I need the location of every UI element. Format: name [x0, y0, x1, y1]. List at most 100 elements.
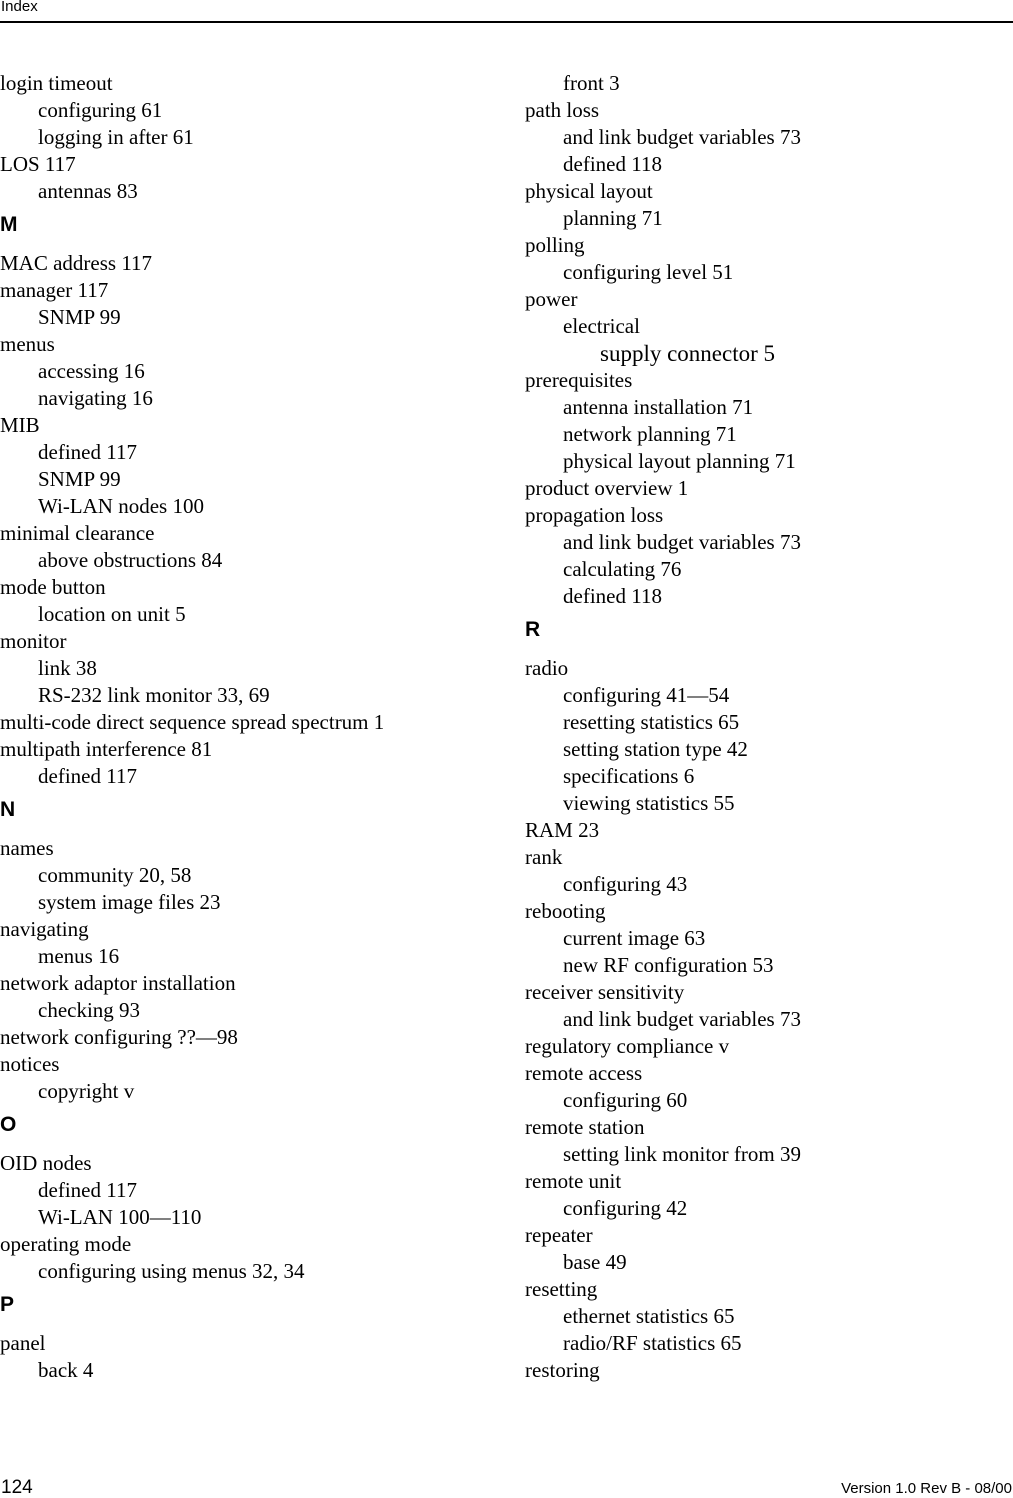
index-entry: multi-code direct sequence spread spectr… [0, 710, 385, 734]
index-subentry: defined 117 [38, 764, 137, 788]
index-entry: network configuring ??—98 [0, 1025, 238, 1049]
index-column-left: login timeout configuring 61 logging in af… [0, 70, 500, 1384]
index-entry: login timeout [0, 71, 113, 95]
index-letter-heading: R [525, 618, 541, 641]
index-entry: prerequisites [525, 368, 633, 392]
index-subentry: configuring 60 [563, 1088, 688, 1112]
index-subentry: front 3 [563, 71, 620, 95]
index-entry: manager 117 [0, 278, 109, 302]
header-title: Index [1, 0, 38, 15]
index-subentry: planning 71 [563, 206, 663, 230]
index-subentry: supply connector 5 [600, 341, 776, 366]
index-entry: remote access [525, 1061, 643, 1085]
index-subentry: defined 117 [38, 1178, 137, 1202]
index-subentry: defined 117 [38, 440, 137, 464]
index-subentry: antennas 83 [38, 179, 138, 203]
running-header: Index [0, 0, 1013, 23]
index-subentry: base 49 [563, 1250, 627, 1274]
index-entry: remote station [525, 1115, 645, 1139]
index-subentry: Wi-LAN nodes 100 [38, 494, 204, 518]
index-subentry: setting station type 42 [563, 737, 748, 761]
index-subentry: menus 16 [38, 944, 120, 968]
index-subentry: SNMP 99 [38, 467, 121, 491]
index-entry: restoring [525, 1358, 600, 1382]
index-entry: regulatory compliance v [525, 1034, 730, 1058]
index-subentry: physical layout planning 71 [563, 449, 796, 473]
index-subentry: and link budget variables 73 [563, 1007, 801, 1031]
index-entry: multipath interference 81 [0, 737, 213, 761]
header-rule [0, 21, 1013, 23]
index-subentry: radio/RF statistics 65 [563, 1331, 742, 1355]
index-entry: monitor [0, 629, 67, 653]
index-subentry: electrical [563, 314, 640, 338]
index-entry: OID nodes [0, 1151, 92, 1175]
index-subentry: and link budget variables 73 [563, 530, 801, 554]
index-entry: propagation loss [525, 503, 664, 527]
index-subentry: specifications 6 [563, 764, 695, 788]
index-entry: radio [525, 656, 569, 680]
index-subentry: system image files 23 [38, 890, 221, 914]
index-entry: RAM 23 [525, 818, 600, 842]
index-entry: mode button [0, 575, 106, 599]
index-subentry: configuring 43 [563, 872, 688, 896]
index-entry: panel [0, 1331, 46, 1355]
page-number: 124 [1, 1477, 33, 1498]
index-subentry: configuring level 51 [563, 260, 734, 284]
index-entry: repeater [525, 1223, 593, 1247]
index-entry: minimal clearance [0, 521, 155, 545]
index-subentry: configuring 61 [38, 98, 163, 122]
index-entry: path loss [525, 98, 600, 122]
index-subentry: above obstructions 84 [38, 548, 223, 572]
index-subentry: Wi-LAN 100—110 [38, 1205, 202, 1229]
index-subentry: community 20, 58 [38, 863, 192, 887]
index-entry: physical layout [525, 179, 653, 203]
index-subentry: viewing statistics 55 [563, 791, 735, 815]
index-subentry: location on unit 5 [38, 602, 186, 626]
index-subentry: configuring using menus 32, 34 [38, 1259, 305, 1283]
index-entry: product overview 1 [525, 476, 689, 500]
index-entry: menus [0, 332, 55, 356]
index-entry: LOS 117 [0, 152, 76, 176]
page-footer: 124 Version 1.0 Rev B - 08/00 [0, 1478, 1013, 1497]
index-entry: power [525, 287, 578, 311]
index-subentry: checking 93 [38, 998, 141, 1022]
index-entry: resetting [525, 1277, 598, 1301]
index-subentry: configuring 42 [563, 1196, 688, 1220]
index-entry: rebooting [525, 899, 606, 923]
index-subentry: configuring 41—54 [563, 683, 730, 707]
index-subentry: defined 118 [563, 584, 662, 608]
index-letter-heading: M [0, 213, 18, 236]
index-entry: remote unit [525, 1169, 622, 1193]
index-subentry: ethernet statistics 65 [563, 1304, 735, 1328]
index-subentry: new RF configuration 53 [563, 953, 774, 977]
index-subentry: setting link monitor from 39 [563, 1142, 801, 1166]
index-entry: notices [0, 1052, 60, 1076]
index-subentry: and link budget variables 73 [563, 125, 801, 149]
index-entry: names [0, 836, 54, 860]
index-entry: MIB [0, 413, 40, 437]
index-entry: polling [525, 233, 585, 257]
index-subentry: RS-232 link monitor 33, 69 [38, 683, 270, 707]
index-subentry: copyright v [38, 1079, 135, 1103]
index-subentry: accessing 16 [38, 359, 145, 383]
index-subentry: current image 63 [563, 926, 706, 950]
index-entry: MAC address 117 [0, 251, 153, 275]
index-column-right: front 3 path loss and link budget variable… [525, 70, 1005, 1384]
index-letter-heading: N [0, 798, 16, 821]
index-letter-heading: P [0, 1293, 15, 1316]
index-entry: navigating [0, 917, 89, 941]
version-label: Version 1.0 Rev B - 08/00 [841, 1480, 1012, 1497]
index-subentry: antenna installation 71 [563, 395, 754, 419]
index-subentry: SNMP 99 [38, 305, 121, 329]
index-subentry: calculating 76 [563, 557, 682, 581]
index-subentry: resetting statistics 65 [563, 710, 740, 734]
index-letter-heading: O [0, 1113, 17, 1136]
index-entry: receiver sensitivity [525, 980, 685, 1004]
index-entry: network adaptor installation [0, 971, 236, 995]
index-entry: rank [525, 845, 563, 869]
index-entry: operating mode [0, 1232, 132, 1256]
index-subentry: link 38 [38, 656, 97, 680]
index-subentry: navigating 16 [38, 386, 153, 410]
index-subentry: network planning 71 [563, 422, 737, 446]
index-subentry: logging in after 61 [38, 125, 194, 149]
